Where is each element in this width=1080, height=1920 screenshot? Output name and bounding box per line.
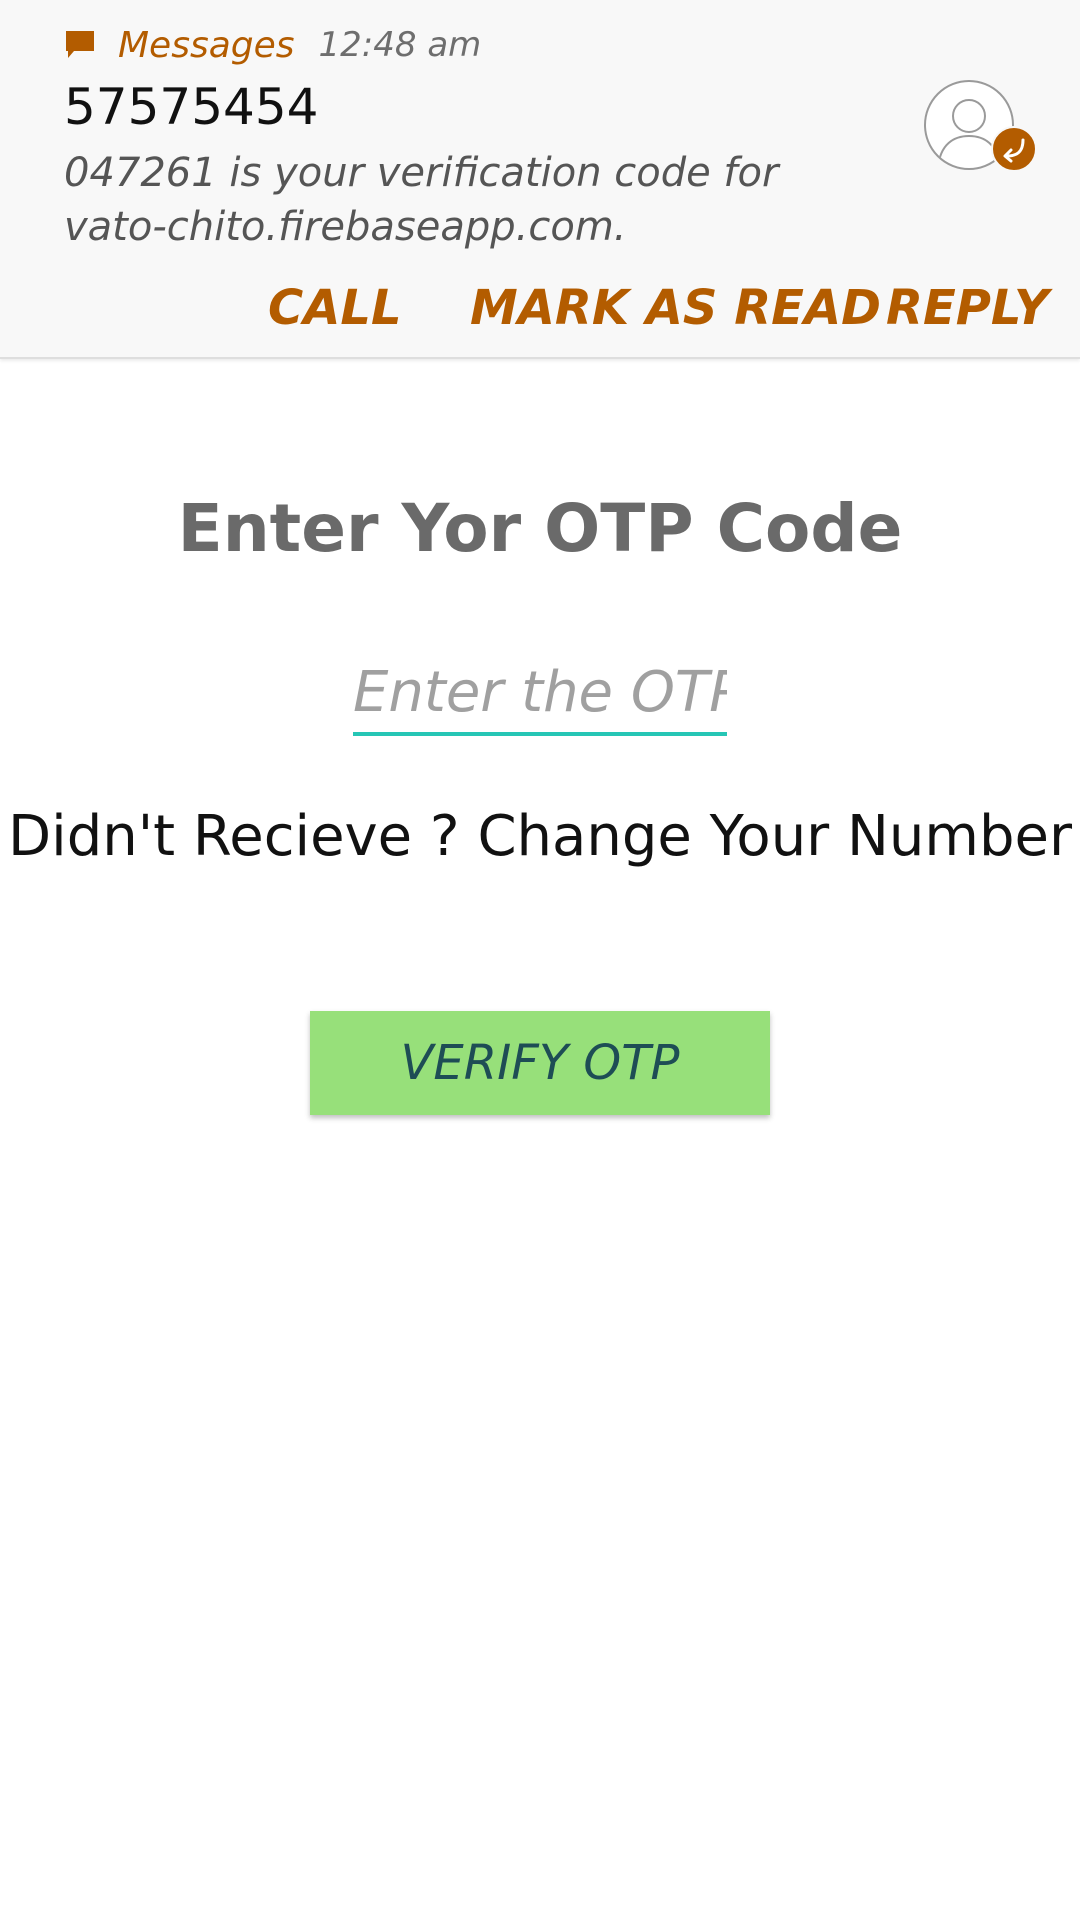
otp-field[interactable] (353, 652, 727, 736)
reply-button[interactable]: REPLY (886, 280, 1049, 336)
sender-number: 57575454 (64, 78, 319, 136)
notification-time: 12:48 am (318, 25, 482, 65)
message-bubble-icon (64, 29, 96, 61)
otp-input[interactable] (353, 652, 727, 732)
change-number-link[interactable]: Didn't Recieve ? Change Your Number (0, 804, 1080, 869)
notification-header: Messages 12:48 am (64, 22, 481, 68)
page-title: Enter Yor OTP Code (177, 490, 903, 567)
call-button[interactable]: CALL (268, 280, 402, 336)
verify-otp-button[interactable]: VERIFY OTP (310, 1011, 770, 1115)
app-name: Messages (118, 24, 295, 66)
message-body: 047261 is your verification code for vat… (64, 150, 779, 250)
sms-notification[interactable]: Messages 12:48 am 57575454 047261 is you… (0, 0, 1080, 359)
reply-arrow-icon (991, 126, 1037, 172)
mark-as-read-button[interactable]: MARK AS READ (470, 280, 881, 336)
